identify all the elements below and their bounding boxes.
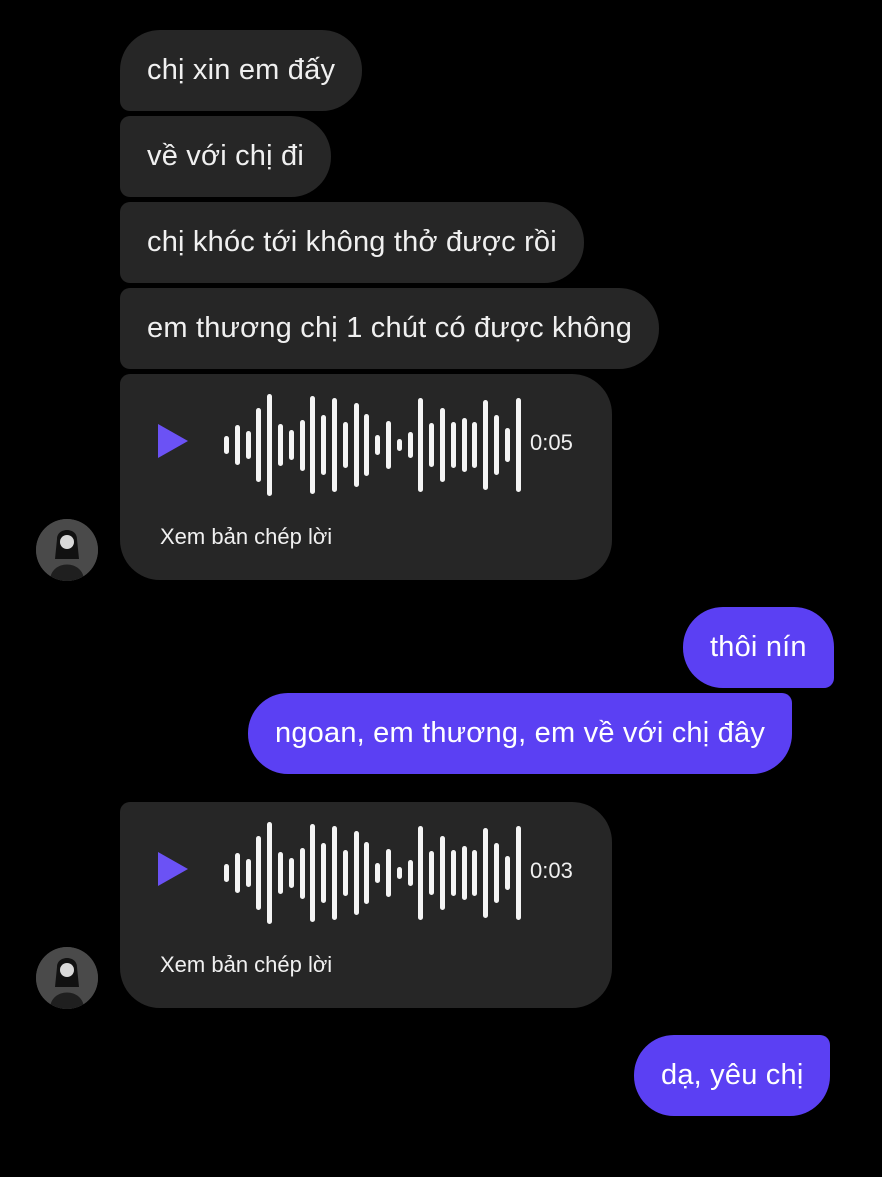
voice-message[interactable]: 0:05 Xem bản chép lời [120,374,612,580]
message-text: dạ, yêu chị [661,1059,804,1091]
outgoing-message[interactable]: dạ, yêu chị [634,1035,831,1116]
message-text: chị khóc tới không thở được rồi [147,226,557,258]
waveform-bar [483,828,489,918]
waveform-bar [472,422,478,468]
waveform-bar [364,414,370,476]
waveform-bar [375,434,381,456]
waveform-bar [332,398,337,492]
message-text: em thương chị 1 chút có được không [147,312,633,344]
waveform-bar [440,836,445,910]
waveform-bar [267,822,273,924]
waveform-bar [234,424,240,466]
waveform[interactable] [224,394,521,496]
waveform-bar [429,850,435,896]
message-text: ngoan, em thương, em về với chị đây [275,717,766,749]
waveform-bar [407,432,413,458]
outgoing-message[interactable]: ngoan, em thương, em về với chị đây [248,693,793,774]
waveform-bar [256,836,262,910]
avatar[interactable] [36,947,98,1009]
waveform-bar [299,847,305,899]
incoming-message[interactable]: chị khóc tới không thở được rồi [120,202,584,283]
waveform-bar [353,403,359,487]
waveform-bar [288,857,294,889]
waveform-bar [450,849,456,897]
incoming-message[interactable]: em thương chị 1 chút có được không [120,288,660,369]
waveform-bar [396,866,402,880]
waveform[interactable] [224,822,521,924]
waveform-bar [256,408,262,482]
waveform-bar [310,824,316,922]
voice-message[interactable]: 0:03 Xem bản chép lời [120,802,612,1008]
waveform-bar [504,855,510,891]
incoming-message[interactable]: chị xin em đấy [120,30,363,111]
waveform-bar [245,858,251,888]
waveform-bar [396,438,402,452]
view-transcript-link[interactable]: Xem bản chép lời [160,524,332,550]
avatar-photo-icon [36,947,98,1009]
waveform-bar [504,427,510,463]
view-transcript-link[interactable]: Xem bản chép lời [160,952,332,978]
waveform-bar [375,862,381,884]
waveform-bar [472,850,478,896]
waveform-bar [483,400,489,490]
waveform-bar [494,843,499,903]
waveform-bar [461,418,467,472]
message-text: về với chị đi [147,140,305,172]
waveform-bar [407,860,413,886]
waveform-bar [342,421,348,469]
play-icon[interactable] [158,852,188,886]
play-icon[interactable] [158,424,188,458]
waveform-bar [353,831,359,915]
waveform-bar [278,423,283,467]
waveform-bar [450,421,456,469]
waveform-bar [321,843,327,903]
voice-duration: 0:05 [530,430,573,455]
waveform-bar [267,394,273,496]
waveform-bar [245,430,251,460]
waveform-bar [461,846,467,900]
voice-duration: 0:03 [530,858,573,883]
waveform-bar [386,420,391,470]
outgoing-message[interactable]: thôi nín [683,607,834,688]
waveform-bar [332,826,337,920]
waveform-bar [224,863,229,883]
waveform-bar [440,408,445,482]
waveform-bar [515,826,521,920]
waveform-bar [418,398,424,492]
waveform-bar [418,826,424,920]
waveform-bar [386,848,391,898]
waveform-bar [321,415,327,475]
waveform-bar [342,849,348,897]
waveform-bar [310,396,316,494]
waveform-bar [299,419,305,471]
waveform-bar [234,852,240,894]
waveform-bar [224,435,229,455]
message-text: chị xin em đấy [147,54,336,86]
waveform-bar [288,429,294,461]
waveform-bar [494,415,499,475]
waveform-bar [429,422,435,468]
message-text: thôi nín [710,631,807,663]
waveform-bar [278,851,283,895]
avatar-photo-icon [36,519,98,581]
waveform-bar [364,842,370,904]
avatar[interactable] [36,519,98,581]
waveform-bar [515,398,521,492]
incoming-message[interactable]: về với chị đi [120,116,332,197]
